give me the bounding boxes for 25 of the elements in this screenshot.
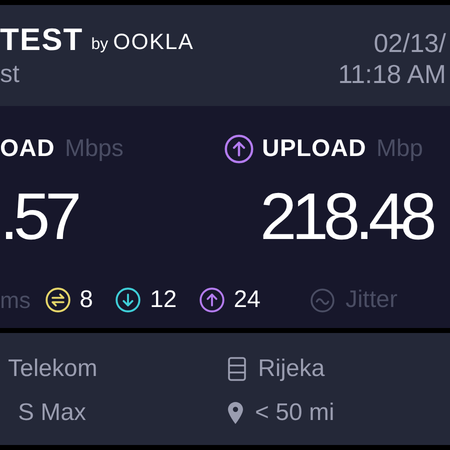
info-text: < 50 mi [255,398,334,428]
jitter-label: Jitter [345,285,398,315]
result-label: OAD [0,134,55,164]
subtitle: st [0,59,20,89]
ping-value: 12 [150,285,177,315]
speed-value: 218.48 [260,178,434,255]
unit-label: Mbp [376,134,424,164]
idle-arrows-icon [44,287,71,313]
unit-label: Mbps [64,134,124,164]
test-date: 02/13/ [374,27,446,59]
speed-value: .57 [0,178,78,255]
location-pin-icon [228,402,243,424]
test-time: 11:18 AM [338,59,446,89]
ping-unit: ms [0,286,31,315]
ping-value: 24 [234,285,260,315]
server-icon [228,357,246,381]
info-text: S Max [18,398,86,428]
result-label: UPLOAD [262,134,366,164]
info-text: Telekom [8,354,98,384]
brand-name: TEST [0,23,84,57]
info-text: Rijeka [258,354,325,384]
jitter-icon [310,288,336,312]
brand-suffix: by [91,35,108,55]
ping-value: 8 [80,285,94,315]
company-logo: OOKLA [113,28,194,56]
